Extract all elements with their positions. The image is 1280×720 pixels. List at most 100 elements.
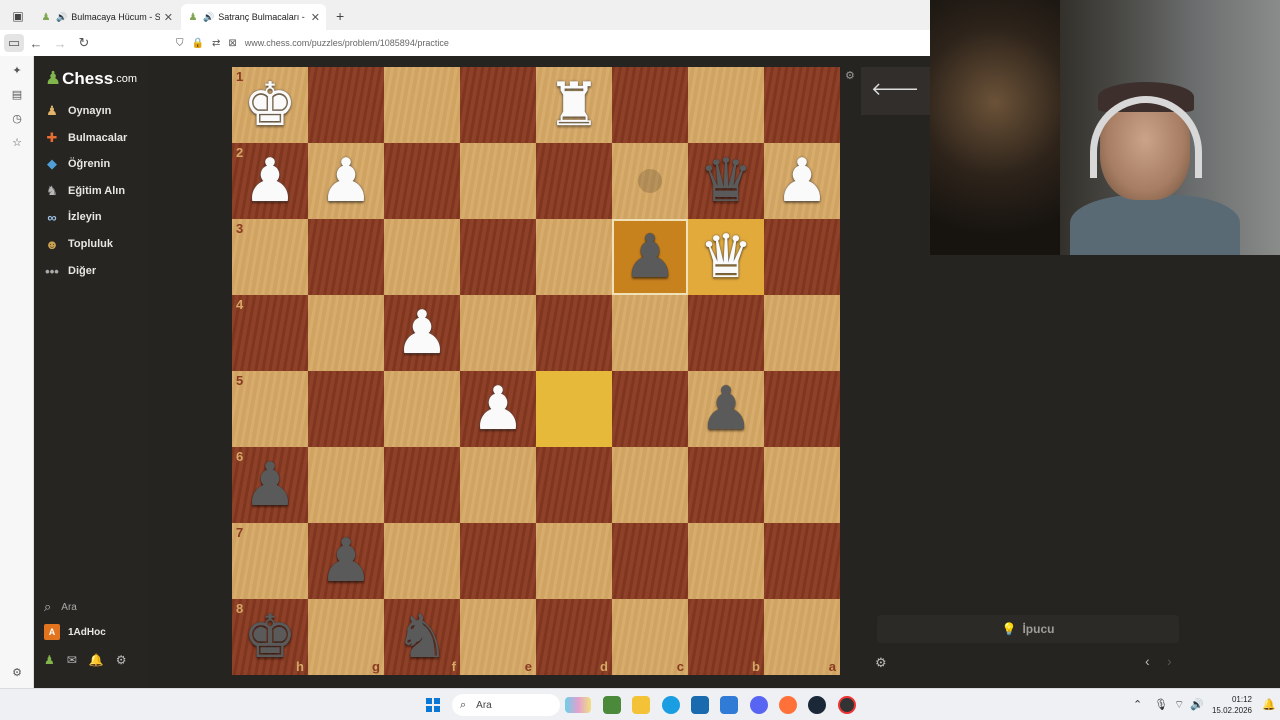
favorites-star-icon[interactable]: ☆: [9, 136, 25, 152]
url-input[interactable]: www.chess.com/puzzles/problem/1085894/pr…: [245, 38, 449, 48]
square-d5[interactable]: [536, 371, 612, 447]
browser-tab-2[interactable]: ♟ 🔊 Satranç Bulmacaları - Tema ✕: [181, 4, 326, 30]
square-g4[interactable]: [308, 295, 384, 371]
black-pawn-piece[interactable]: ♟: [319, 531, 373, 591]
black-king-piece[interactable]: ♚: [243, 607, 297, 667]
square-e1[interactable]: [460, 67, 536, 143]
square-c7[interactable]: [612, 523, 688, 599]
square-a4[interactable]: [764, 295, 840, 371]
square-d8[interactable]: d: [536, 599, 612, 675]
board-settings-gear-icon[interactable]: ⚙: [845, 69, 855, 82]
square-g8[interactable]: g: [308, 599, 384, 675]
white-pawn-piece[interactable]: ♟: [471, 379, 525, 439]
square-f6[interactable]: [384, 447, 460, 523]
square-f1[interactable]: [384, 67, 460, 143]
panel-settings-gear-icon[interactable]: ⚙: [875, 655, 887, 671]
square-h2[interactable]: 2 ♟: [232, 143, 308, 219]
sidebar-item-train[interactable]: ♞ Eğitim Alın: [42, 180, 146, 202]
black-pawn-piece[interactable]: ♟: [623, 227, 677, 287]
outlook-icon[interactable]: [720, 696, 738, 714]
square-b8[interactable]: b: [688, 599, 764, 675]
white-pawn-piece[interactable]: ♟: [319, 151, 373, 211]
forward-icon[interactable]: →: [48, 31, 72, 55]
bell-icon[interactable]: 🔔: [89, 653, 104, 667]
legal-move-dot[interactable]: [638, 169, 662, 193]
widgets-icon[interactable]: [565, 697, 591, 713]
reload-icon[interactable]: ↻: [72, 31, 96, 55]
square-a7[interactable]: [764, 523, 840, 599]
square-c5[interactable]: [612, 371, 688, 447]
square-b6[interactable]: [688, 447, 764, 523]
square-h1[interactable]: 1 ♚: [232, 67, 308, 143]
square-d3[interactable]: [536, 219, 612, 295]
sidebar-item-watch[interactable]: ∞ İzleyin: [42, 206, 146, 228]
square-c3[interactable]: ♟: [612, 219, 688, 295]
square-e2[interactable]: [460, 143, 536, 219]
tracking-shield-icon[interactable]: ⛉: [176, 38, 184, 49]
square-h6[interactable]: 6 ♟: [232, 447, 308, 523]
square-f5[interactable]: [384, 371, 460, 447]
square-a5[interactable]: [764, 371, 840, 447]
square-f4[interactable]: ♟: [384, 295, 460, 371]
store-app-icon[interactable]: [603, 696, 621, 714]
square-e4[interactable]: [460, 295, 536, 371]
square-c1[interactable]: [612, 67, 688, 143]
square-b2[interactable]: ♛: [688, 143, 764, 219]
white-pawn-piece[interactable]: ♟: [395, 303, 449, 363]
sidebar-item-more[interactable]: ••• Diğer: [42, 260, 146, 282]
close-tab-icon[interactable]: ✕: [311, 11, 320, 24]
chess-logo[interactable]: ♟ Chess .com: [45, 68, 137, 89]
square-f2[interactable]: [384, 143, 460, 219]
square-f7[interactable]: [384, 523, 460, 599]
collections-icon[interactable]: ▤: [9, 88, 25, 104]
chess-board[interactable]: 1 ♚ ♜ 2 ♟ ♟ ♛ ♟ 3 ♟ ♛ 4 ♟ 5 ♟ ♟ 6 ♟ 7 ♟ 8 h ♚ g f ♞ e d c b a: [232, 67, 840, 675]
square-f3[interactable]: [384, 219, 460, 295]
square-e8[interactable]: e: [460, 599, 536, 675]
file-explorer-icon[interactable]: [632, 696, 650, 714]
next-move-icon[interactable]: ›: [1167, 653, 1172, 669]
square-b7[interactable]: [688, 523, 764, 599]
square-b4[interactable]: [688, 295, 764, 371]
settings-gear-icon[interactable]: ⚙: [116, 653, 127, 667]
wifi-icon[interactable]: ⌔: [1174, 698, 1184, 712]
tab-actions-icon[interactable]: ▣: [8, 6, 28, 26]
square-e7[interactable]: [460, 523, 536, 599]
square-d1[interactable]: ♜: [536, 67, 612, 143]
hint-button[interactable]: 💡 İpucu: [877, 615, 1179, 643]
black-knight-piece[interactable]: ♞: [395, 607, 449, 667]
square-g1[interactable]: [308, 67, 384, 143]
square-a6[interactable]: [764, 447, 840, 523]
square-d7[interactable]: [536, 523, 612, 599]
mail-icon[interactable]: ✉: [67, 653, 77, 667]
browser-tab-1[interactable]: ♟ 🔊 Bulmacaya Hücum - Satranç ✕: [34, 4, 179, 30]
square-a3[interactable]: [764, 219, 840, 295]
white-rook-piece[interactable]: ♜: [547, 75, 601, 135]
square-d6[interactable]: [536, 447, 612, 523]
square-b5[interactable]: ♟: [688, 371, 764, 447]
square-a2[interactable]: ♟: [764, 143, 840, 219]
sidebar-item-play[interactable]: ♟ Oynayın: [42, 100, 146, 122]
discord-icon[interactable]: [750, 696, 768, 714]
copilot-icon[interactable]: ✦: [9, 64, 25, 80]
square-c2[interactable]: [612, 143, 688, 219]
taskbar-search[interactable]: ⌕ Ara: [452, 694, 560, 716]
square-h7[interactable]: 7: [232, 523, 308, 599]
square-c4[interactable]: [612, 295, 688, 371]
back-icon[interactable]: ←: [24, 31, 48, 55]
square-g5[interactable]: [308, 371, 384, 447]
taskbar-clock[interactable]: 01:12 15.02.2026: [1208, 694, 1252, 716]
square-e3[interactable]: [460, 219, 536, 295]
edge-browser-icon[interactable]: [662, 696, 680, 714]
white-queen-piece[interactable]: ♛: [699, 227, 753, 287]
black-pawn-piece[interactable]: ♟: [243, 455, 297, 515]
square-a1[interactable]: [764, 67, 840, 143]
permissions-icon[interactable]: ⇄: [212, 38, 220, 49]
square-f8[interactable]: f ♞: [384, 599, 460, 675]
friends-icon[interactable]: ♟: [44, 653, 55, 667]
square-d4[interactable]: [536, 295, 612, 371]
square-e6[interactable]: [460, 447, 536, 523]
app-notification-icon[interactable]: [838, 696, 856, 714]
square-g6[interactable]: [308, 447, 384, 523]
square-b1[interactable]: [688, 67, 764, 143]
previous-move-icon[interactable]: ‹: [1145, 653, 1150, 669]
